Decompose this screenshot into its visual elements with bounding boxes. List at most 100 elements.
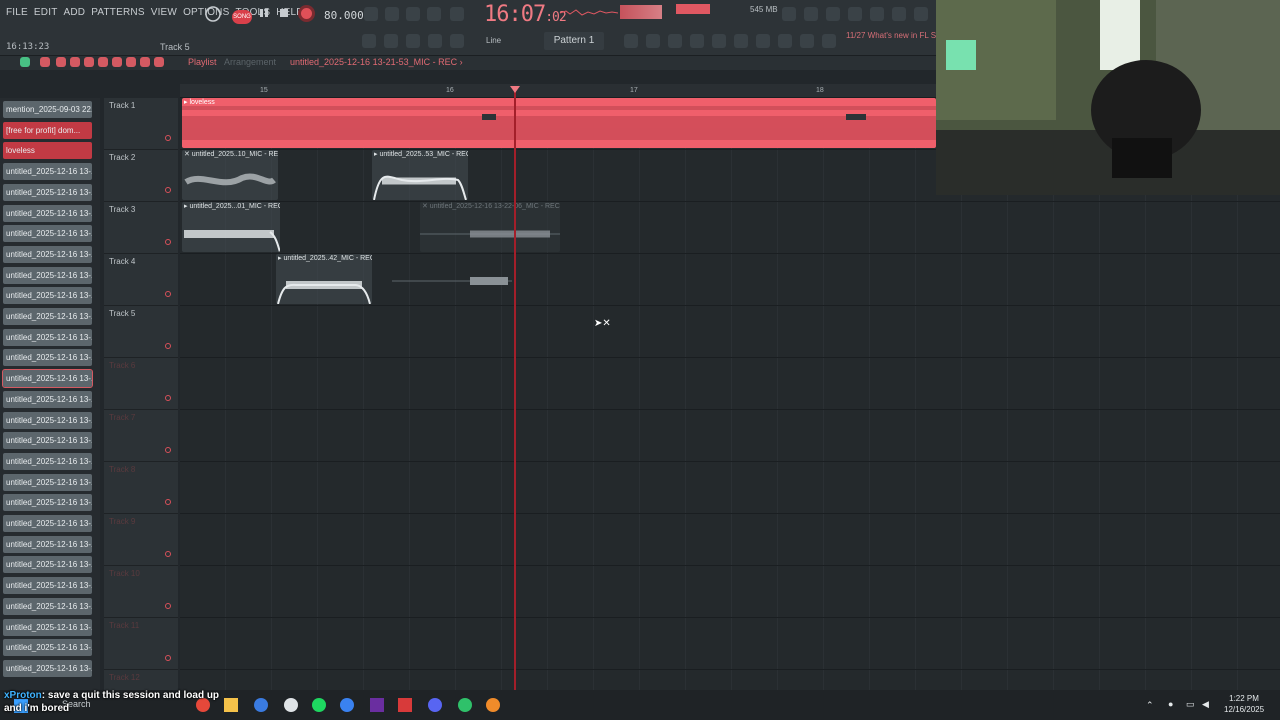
help-icon[interactable] xyxy=(848,7,862,21)
menu-patterns[interactable]: PATTERNS xyxy=(91,7,144,18)
chevron-up-icon[interactable]: ⌃ xyxy=(1146,700,1154,711)
refresh-icon[interactable] xyxy=(204,5,222,23)
picker-item[interactable]: untitled_2025-12-16 13-... xyxy=(3,639,92,657)
menu-edit[interactable]: EDIT xyxy=(34,7,58,18)
picker-item[interactable]: untitled_2025-12-16 13-... xyxy=(3,597,92,615)
browser-icon[interactable] xyxy=(712,34,726,48)
pat-song-toggle[interactable]: SONG xyxy=(232,10,252,24)
picker-item[interactable]: untitled_2025-12-16 13-... xyxy=(3,245,92,263)
spotify-icon[interactable] xyxy=(312,698,326,712)
channel-rack-icon[interactable] xyxy=(646,34,660,48)
track-record-icon[interactable] xyxy=(165,551,171,557)
plugin-db-icon[interactable] xyxy=(734,34,748,48)
playback-tool-icon[interactable] xyxy=(154,57,164,67)
picker-item[interactable]: untitled_2025-12-16 13-... xyxy=(3,183,92,201)
track-header[interactable]: Track 11 xyxy=(104,618,178,670)
menu-add[interactable]: ADD xyxy=(64,7,86,18)
picker-item[interactable]: untitled_2025-12-16 13-... xyxy=(3,328,92,346)
track-record-icon[interactable] xyxy=(165,395,171,401)
zoom-tool-icon[interactable] xyxy=(140,57,150,67)
picker-item[interactable]: loveless xyxy=(3,142,92,160)
picker-item[interactable]: untitled_2025-12-16 13-... xyxy=(3,225,92,243)
slice-tool-icon[interactable] xyxy=(112,57,122,67)
picker-item[interactable]: untitled_2025-12-16 13-... xyxy=(3,163,92,181)
magnet-icon[interactable] xyxy=(20,57,30,67)
audio-clip-track3-a[interactable]: ▸ untitled_2025...01_MIC - REC xyxy=(182,202,280,252)
record-button[interactable] xyxy=(298,5,315,22)
picker-item[interactable]: untitled_2025-12-16 13-... xyxy=(3,308,92,325)
audio-clip-track4-a[interactable]: ▸ untitled_2025..42_MIC - REC xyxy=(276,254,372,304)
track-header[interactable]: Track 9 xyxy=(104,514,178,566)
mic-tray-icon[interactable]: ● xyxy=(1168,699,1173,709)
chat-icon[interactable] xyxy=(914,7,928,21)
file-explorer-icon[interactable] xyxy=(224,698,238,712)
picker-item[interactable]: untitled_2025-12-16 13-... xyxy=(3,577,92,595)
picker-item[interactable]: untitled_2025-12-16 13-... xyxy=(3,390,92,408)
app-icon-6[interactable] xyxy=(458,698,472,712)
picker-item[interactable]: untitled_2025-12-16 13-... xyxy=(3,411,92,429)
picker-item[interactable]: untitled_2025-12-16 13-... xyxy=(3,535,92,553)
track-record-icon[interactable] xyxy=(165,655,171,661)
picker-item[interactable]: untitled_2025-12-16 13-... xyxy=(3,659,92,677)
mixer-icon[interactable] xyxy=(690,34,704,48)
timeline-ruler[interactable]: 15 16 17 18 xyxy=(180,84,936,98)
track-header[interactable]: Track 1 xyxy=(104,98,178,150)
picker-item[interactable]: mention_2025-09-03 22... xyxy=(3,101,92,118)
song-position-clock[interactable]: 16:07:02 xyxy=(484,2,567,27)
discord-icon[interactable] xyxy=(428,698,442,712)
app-icon-3[interactable] xyxy=(340,698,354,712)
picker-item[interactable]: untitled_2025-12-16 13-... xyxy=(3,204,92,222)
track-record-icon[interactable] xyxy=(165,135,171,141)
clock-tray[interactable]: 1:22 PM 12/16/2025 xyxy=(1224,693,1264,715)
pattern-selector[interactable]: Pattern 1 xyxy=(544,32,604,50)
delete-tool-icon[interactable] xyxy=(70,57,80,67)
link-icon[interactable] xyxy=(428,34,442,48)
fl-studio-icon[interactable] xyxy=(486,698,500,712)
blend-icon[interactable] xyxy=(427,7,441,21)
stamp-icon[interactable] xyxy=(450,34,464,48)
volume-icon[interactable]: ◀ xyxy=(1202,699,1209,710)
snap-mode[interactable]: Line xyxy=(486,36,501,45)
touch-icon[interactable] xyxy=(756,34,770,48)
picker-item[interactable]: untitled_2025-12-16 13-... xyxy=(3,473,92,491)
picker-item[interactable]: untitled_2025-12-16 13-... xyxy=(3,515,92,532)
track-record-icon[interactable] xyxy=(165,291,171,297)
audio-clip-track2-a[interactable]: ✕ untitled_2025..10_MIC - REC xyxy=(182,150,278,200)
picker-item[interactable]: untitled_2025-12-16 13-... xyxy=(3,432,92,450)
track-record-icon[interactable] xyxy=(165,447,171,453)
track-header[interactable]: Track 3 xyxy=(104,202,178,254)
audio-clip-track3-b[interactable]: ✕ untitled_2025-12-16 13-22-06_MIC - REC xyxy=(420,202,560,252)
track-header[interactable]: Track 2 xyxy=(104,150,178,202)
picker-item[interactable]: [free for profit] dom... xyxy=(3,121,92,139)
metronome-icon[interactable] xyxy=(385,7,399,21)
mic-icon[interactable] xyxy=(826,7,840,21)
picker-item[interactable]: untitled_2025-12-16 13-... xyxy=(3,349,92,367)
tempo-display[interactable]: 80.000 xyxy=(324,9,364,22)
select-tool-icon[interactable] xyxy=(126,57,136,67)
track-record-icon[interactable] xyxy=(165,499,171,505)
track-header[interactable]: Track 7 xyxy=(104,410,178,462)
cloud-icon[interactable] xyxy=(822,34,836,48)
track-record-icon[interactable] xyxy=(165,187,171,193)
plugin-icon[interactable] xyxy=(892,7,906,21)
script-icon[interactable] xyxy=(800,34,814,48)
undo-icon[interactable] xyxy=(782,7,796,21)
picker-item[interactable]: untitled_2025-12-16 13-... xyxy=(3,287,92,305)
paint-tool-icon[interactable] xyxy=(56,57,66,67)
app-icon-2[interactable] xyxy=(284,698,298,712)
pencil-icon[interactable] xyxy=(406,34,420,48)
tools-icon[interactable] xyxy=(778,34,792,48)
picker-item[interactable]: untitled_2025-12-16 13-... xyxy=(2,369,93,389)
mute-tool-icon[interactable] xyxy=(84,57,94,67)
track-record-icon[interactable] xyxy=(165,603,171,609)
track-header[interactable]: Track 4 xyxy=(104,254,178,306)
network-icon[interactable]: ▭ xyxy=(1186,699,1195,710)
app-icon-5[interactable] xyxy=(398,698,412,712)
picker-item[interactable]: untitled_2025-12-16 13-... xyxy=(3,266,92,284)
draw-tool-icon[interactable] xyxy=(40,57,50,67)
track-header[interactable]: Track 5 xyxy=(104,306,178,358)
playhead[interactable] xyxy=(514,90,516,690)
playhead-marker[interactable] xyxy=(510,86,520,93)
app-icon-1[interactable] xyxy=(254,698,268,712)
save-icon[interactable] xyxy=(870,7,884,21)
